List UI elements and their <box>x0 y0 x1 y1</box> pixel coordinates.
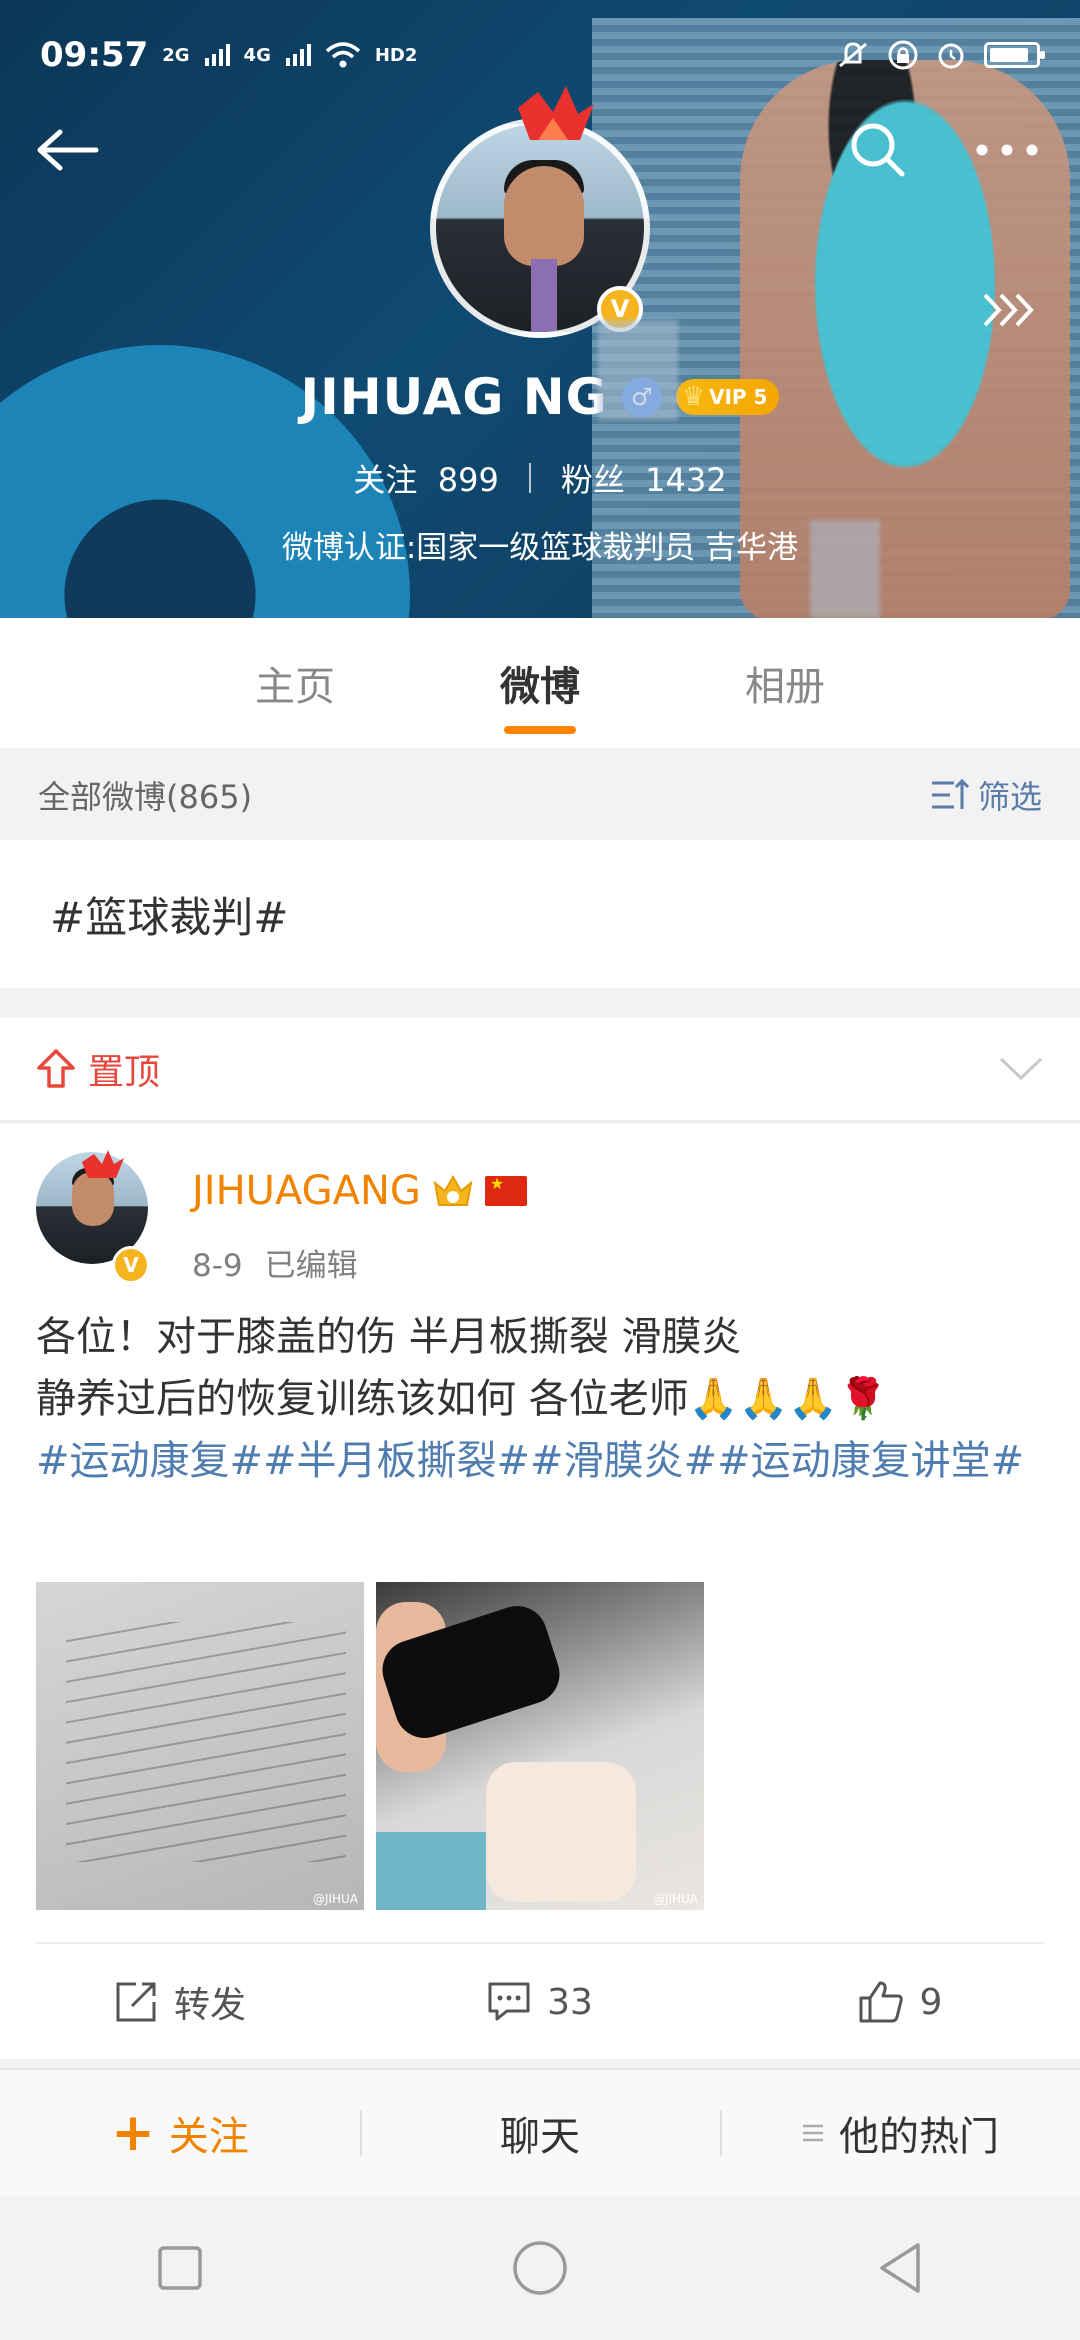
post-actions: 转发 33 9 <box>0 1946 1080 2058</box>
vip-crown-icon <box>431 1171 475 1211</box>
search-button[interactable] <box>838 110 918 190</box>
battery-icon <box>984 42 1045 68</box>
triple-chevron-right-icon <box>983 293 1034 327</box>
system-nav-bar <box>0 2196 1080 2340</box>
comment-icon <box>488 1982 530 2021</box>
avatar-pendant-icon <box>82 1150 124 1178</box>
chevron-down-icon[interactable] <box>998 1056 1044 1082</box>
plus-icon: + <box>111 2103 155 2163</box>
profile-header: 09:57 2G 4G HD2 V JIHUAG NG ♛ VIP 5 关注 8… <box>0 0 1080 618</box>
signal-icon <box>285 44 311 66</box>
arrow-left-icon <box>37 129 99 171</box>
verification-text: 微博认证:国家一级篮球裁判员 吉华港 <box>281 530 799 566</box>
post-body: 各位！对于膝盖的伤 半月板撕裂 滑膜炎 静养过后的恢复训练该如何 各位老师🙏🙏🙏… <box>36 1306 1046 1492</box>
image-watermark: @JIHUA <box>652 1892 698 1906</box>
alarm-icon <box>938 43 964 69</box>
hot-posts-button[interactable]: 他的热门 <box>720 2070 1080 2196</box>
post-date: 8-9 <box>192 1248 243 1284</box>
image-watermark: @JIHUA <box>312 1892 358 1906</box>
status-time: 09:57 <box>40 35 149 75</box>
post-count: 全部微博(865) <box>38 778 253 816</box>
pinned-label: 置顶 <box>36 1043 160 1095</box>
more-button[interactable] <box>962 110 1052 190</box>
crown-icon: ♛ <box>681 382 705 412</box>
tab-home[interactable]: 主页 <box>173 618 418 748</box>
repost-icon <box>116 1982 156 2022</box>
emoji-row: 🙏🙏🙏🌹 <box>688 1376 888 1422</box>
profile-stats: 关注 899 粉丝 1432 <box>0 455 1080 501</box>
network-2g-icon: 2G <box>162 44 190 66</box>
square-icon <box>158 2246 202 2290</box>
tab-weibo[interactable]: 微博 <box>418 618 663 748</box>
pin-top-icon <box>37 1049 75 1088</box>
verified-badge: V <box>112 1246 150 1284</box>
signal-icon <box>204 44 230 66</box>
post-author-name[interactable]: JIHUAGANG <box>192 1168 421 1214</box>
privacy-blur <box>810 520 880 618</box>
search-icon <box>851 123 905 177</box>
hd-icon: HD2 <box>374 44 418 66</box>
home-button[interactable] <box>490 2218 590 2318</box>
post-edited: 已编辑 <box>264 1248 358 1284</box>
tab-album[interactable]: 相册 <box>663 618 908 748</box>
stats-divider <box>528 463 531 493</box>
wifi-icon <box>325 42 361 68</box>
active-tab-indicator <box>504 726 576 734</box>
triangle-back-icon <box>880 2243 920 2293</box>
like-button[interactable]: 9 <box>720 1980 1080 2024</box>
post-line-2-row: 静养过后的恢复训练该如何 各位老师🙏🙏🙏🌹 <box>36 1368 1046 1430</box>
recents-button[interactable] <box>130 2218 230 2318</box>
profile-name: JIHUAG NG <box>300 368 608 426</box>
post-meta: 8-9 已编辑 <box>192 1240 358 1285</box>
vip-badge[interactable]: ♛ VIP 5 <box>675 379 780 415</box>
filter-icon <box>931 778 970 809</box>
topic-text: #篮球裁判# <box>50 892 289 942</box>
filter-button[interactable]: 筛选 <box>930 772 1042 818</box>
profile-tabs: 主页 微博 相册 <box>0 618 1080 748</box>
post-divider <box>36 1942 1044 1944</box>
back-button[interactable] <box>28 110 108 190</box>
post-card[interactable]: V JIHUAGANG 8-9 已编辑 各位！对于膝盖的伤 半月板撕裂 滑膜炎 静… <box>0 1124 1080 2059</box>
profile-bottom-bar: + 关注 聊天 他的热门 <box>0 2068 1080 2196</box>
avatar-pendant-icon <box>518 86 594 140</box>
cover-expand-button[interactable] <box>975 280 1045 340</box>
chat-button[interactable]: 聊天 <box>360 2070 720 2196</box>
nav-back-button[interactable] <box>850 2218 950 2318</box>
post-hashtags[interactable]: #运动康复##半月板撕裂##滑膜炎##运动康复讲堂# <box>36 1430 1046 1492</box>
post-author-row: JIHUAGANG <box>192 1168 527 1214</box>
post-line-2: 静养过后的恢复训练该如何 各位老师 <box>36 1376 689 1422</box>
post-line-1: 各位！对于膝盖的伤 半月板撕裂 滑膜炎 <box>36 1314 742 1360</box>
comment-button[interactable]: 33 <box>360 1981 720 2023</box>
mute-vibrate-icon <box>839 42 867 68</box>
filter-bar: 全部微博(865) 筛选 <box>0 750 1080 840</box>
post-image-2[interactable]: @JIHUA <box>376 1582 704 1910</box>
privacy-blur <box>598 320 678 420</box>
vip-level: VIP 5 <box>709 385 768 409</box>
list-icon <box>803 2124 823 2142</box>
following-stat[interactable]: 关注 899 <box>353 455 498 501</box>
network-4g-icon: 4G <box>243 44 271 66</box>
post-image-1[interactable]: @JIHUA <box>36 1582 364 1910</box>
followers-stat[interactable]: 粉丝 1432 <box>561 455 727 501</box>
thumbs-up-icon <box>859 1981 903 2023</box>
more-dots-icon <box>976 144 1038 156</box>
topic-banner[interactable]: #篮球裁判# <box>0 840 1080 988</box>
pinned-header: 置顶 <box>0 1018 1080 1122</box>
lock-icon <box>888 40 918 70</box>
follow-button[interactable]: + 关注 <box>0 2070 360 2196</box>
china-flag-icon <box>484 1174 527 1206</box>
repost-button[interactable]: 转发 <box>0 1976 360 2028</box>
circle-icon <box>513 2241 567 2295</box>
profile-name-row: JIHUAG NG ♂ ♛ VIP 5 <box>0 368 1080 426</box>
